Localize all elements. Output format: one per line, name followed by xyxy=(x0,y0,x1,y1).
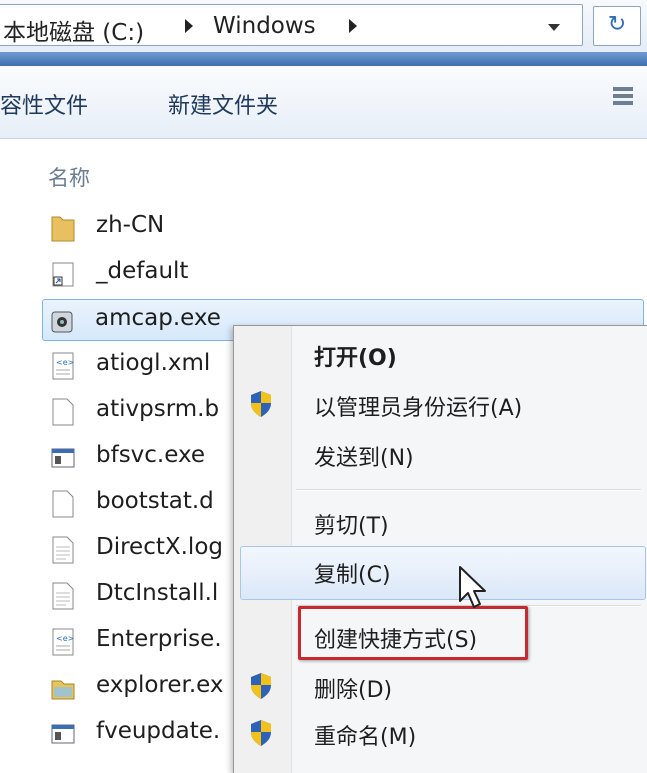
list-item[interactable]: _default xyxy=(44,253,644,293)
refresh-button[interactable]: ↻ xyxy=(593,6,641,46)
context-menu: 打开(O) 以管理员身份运行(A) 发送到(N) 剪切(T) 复制(C) 创建快… xyxy=(233,325,647,773)
file-name: zh-CN xyxy=(96,212,165,238)
breadcrumb-drive[interactable]: 本地磁盘 (C:) xyxy=(3,13,144,47)
address-field[interactable]: 本地磁盘 (C:) Windows xyxy=(0,4,583,46)
file-name: amcap.exe xyxy=(95,305,221,331)
file-name: DirectX.log xyxy=(96,534,223,560)
file-name: ativpsrm.b xyxy=(96,396,220,422)
file-name: _default xyxy=(96,258,189,284)
menu-item-rename[interactable]: 重命名(M) xyxy=(314,719,416,751)
uac-shield-icon xyxy=(251,720,271,746)
menu-item-send-to[interactable]: 发送到(N) xyxy=(314,440,414,472)
title-band xyxy=(0,52,647,66)
mouse-cursor-icon xyxy=(459,566,486,608)
xml-file-icon: <e> xyxy=(52,352,74,380)
toolbar-properties-button[interactable]: 容性文件 xyxy=(0,88,88,120)
shortcut-icon xyxy=(52,262,74,287)
breadcrumb-windows[interactable]: Windows xyxy=(213,13,316,39)
file-name: bootstat.d xyxy=(96,488,214,514)
command-toolbar: 容性文件 新建文件夹 xyxy=(0,66,647,139)
text-file-icon xyxy=(52,536,74,564)
file-name: explorer.ex xyxy=(96,672,224,698)
address-bar: 本地磁盘 (C:) Windows ↻ xyxy=(0,0,647,53)
file-name: atiogl.xml xyxy=(96,350,211,376)
file-name: DtcInstall.l xyxy=(96,580,219,606)
column-header-name[interactable]: 名称 xyxy=(48,162,90,192)
xml-file-icon: <e> xyxy=(52,628,74,656)
text-file-icon xyxy=(52,582,74,610)
uac-shield-icon xyxy=(251,391,271,417)
svg-text:<e>: <e> xyxy=(56,358,74,367)
svg-text:<e>: <e> xyxy=(56,634,74,643)
refresh-icon: ↻ xyxy=(607,12,627,37)
list-item[interactable]: zh-CN xyxy=(44,207,644,247)
folder-icon xyxy=(51,216,75,242)
view-options-icon[interactable] xyxy=(613,84,633,112)
new-folder-button[interactable]: 新建文件夹 xyxy=(168,88,278,120)
menu-item-delete[interactable]: 删除(D) xyxy=(314,672,392,704)
breadcrumb-separator-icon[interactable] xyxy=(185,19,193,33)
blank-file-icon xyxy=(52,490,74,518)
explorer-app-icon xyxy=(51,680,75,700)
breadcrumb-separator-icon[interactable] xyxy=(349,19,357,33)
menu-separator xyxy=(296,489,641,491)
menu-item-copy[interactable]: 复制(C) xyxy=(314,557,391,589)
highlight-annotation-box xyxy=(298,606,528,660)
chevron-down-icon[interactable] xyxy=(548,24,560,31)
menu-item-cut[interactable]: 剪切(T) xyxy=(314,508,389,540)
uac-shield-icon xyxy=(251,673,271,699)
file-name: bfsvc.exe xyxy=(96,442,206,468)
blank-file-icon xyxy=(52,398,74,426)
menu-item-open[interactable]: 打开(O) xyxy=(314,340,397,372)
menu-hover-highlight xyxy=(240,546,646,600)
menu-item-run-as-admin[interactable]: 以管理员身份运行(A) xyxy=(314,390,522,422)
file-name: fveupdate. xyxy=(96,718,221,744)
exe-icon xyxy=(51,724,75,744)
file-name: Enterprise. xyxy=(96,626,222,652)
camera-app-icon xyxy=(51,311,73,333)
exe-icon xyxy=(51,448,75,468)
